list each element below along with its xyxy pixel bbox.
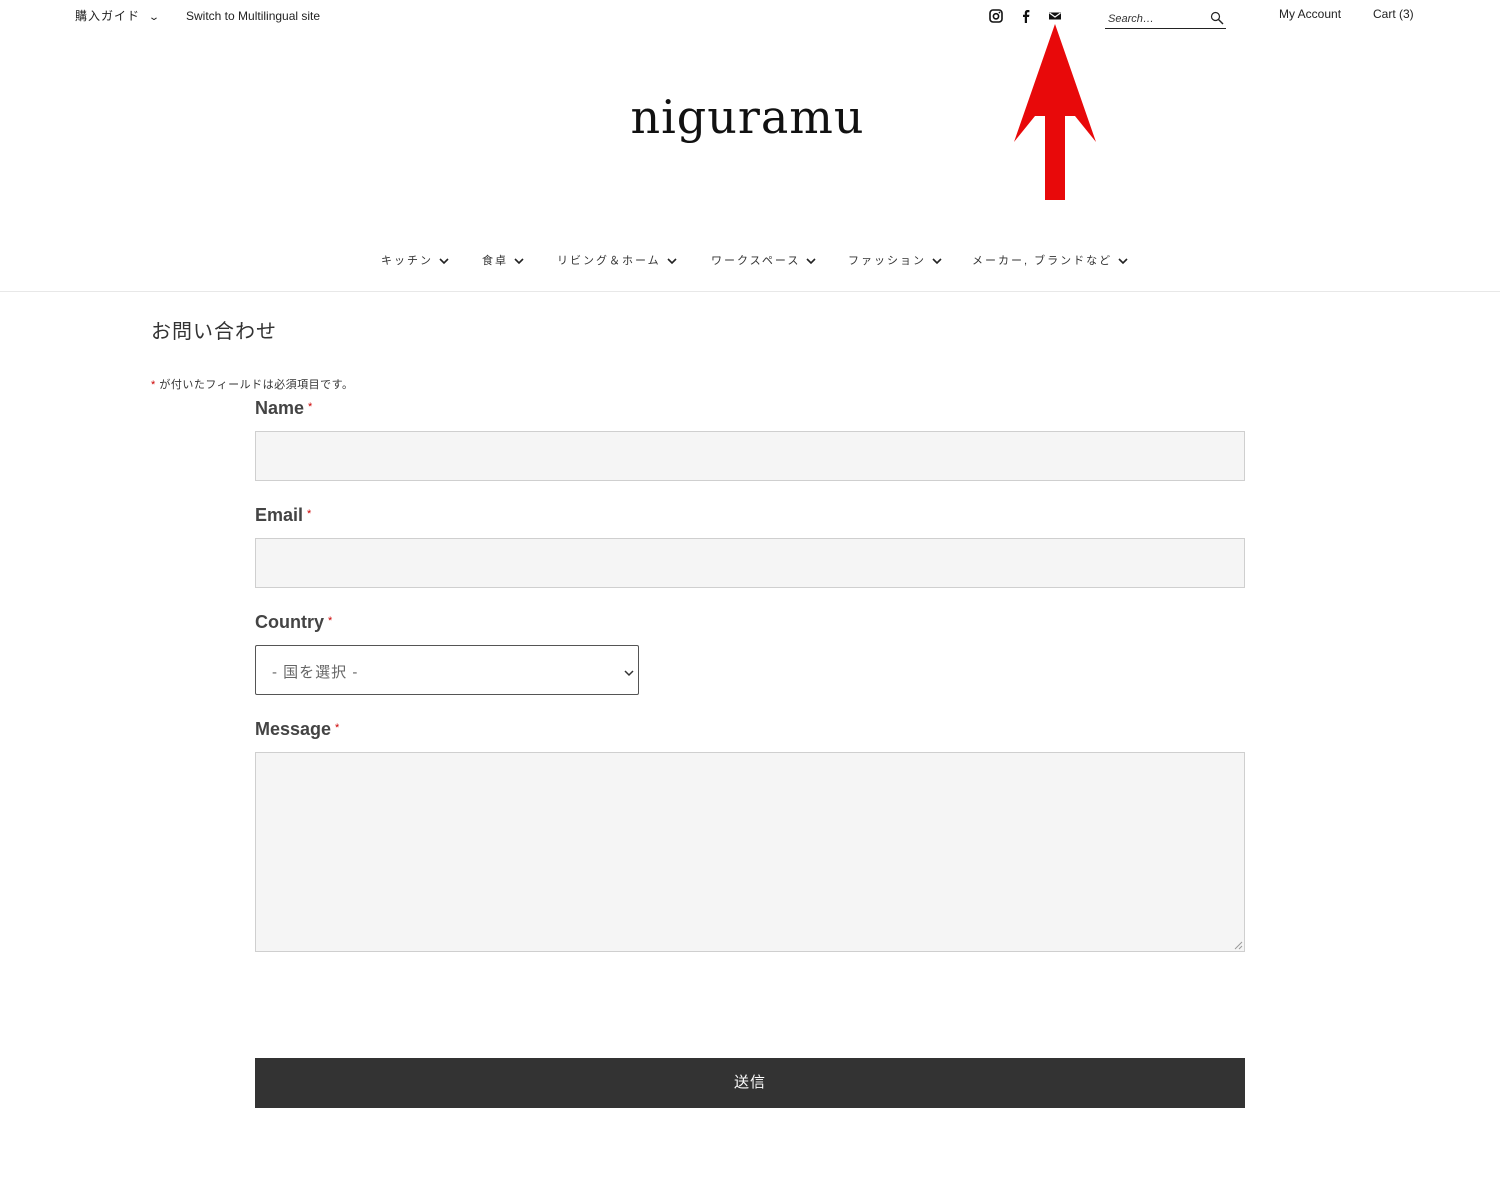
required-star: * [307,508,312,520]
top-bar: 購入ガイド ⌄ Switch to Multilingual site My Ac… [0,0,1500,34]
chevron-down-icon [667,257,677,265]
nav-item-kitchen[interactable]: キッチン [381,252,449,268]
chevron-down-icon [1118,257,1128,265]
purchase-guide-menu[interactable]: 購入ガイド ⌄ [75,7,162,24]
required-note-text: が付いたフィールドは必須項目です。 [159,379,354,391]
resize-handle-icon[interactable] [1233,940,1243,950]
site-logo[interactable]: niguramu [0,90,1500,144]
message-label: Message * [255,719,340,739]
country-label: Country * [255,612,333,632]
search-input[interactable] [1105,11,1208,27]
mail-icon[interactable] [1048,9,1062,23]
switch-multilingual-link[interactable]: Switch to Multilingual site [186,9,320,23]
header-divider [0,291,1500,292]
my-account-link[interactable]: My Account [1279,7,1341,21]
chevron-down-icon [932,257,942,265]
submit-button[interactable]: 送信 [255,1058,1245,1108]
required-star: * [335,722,340,734]
nav-item-workspace[interactable]: ワークスペース [711,252,816,268]
chevron-down-icon [624,664,634,677]
instagram-icon[interactable] [989,9,1003,23]
facebook-icon[interactable] [1019,9,1033,23]
search-box [1105,9,1226,29]
required-star: * [328,615,333,627]
chevron-down-icon [514,257,524,265]
main-nav: キッチン 食卓 リビング＆ホーム ワークスペース ファッション メーカー, ブラ… [0,252,1500,270]
cart-link[interactable]: Cart (3) [1373,7,1414,21]
nav-item-makers-brands[interactable]: メーカー, ブランドなど [972,252,1128,268]
name-label: Name * [255,398,313,418]
name-field[interactable] [255,431,1245,481]
nav-item-fashion[interactable]: ファッション [848,252,942,268]
required-note: * が付いたフィールドは必須項目です。 [151,376,354,392]
email-label: Email * [255,505,312,525]
chevron-down-icon [806,257,816,265]
required-star: * [151,379,156,391]
message-textarea[interactable] [255,752,1245,952]
search-icon[interactable] [1210,11,1224,25]
page-title: お問い合わせ [151,319,277,343]
nav-item-dining[interactable]: 食卓 [482,252,524,268]
chevron-down-icon: ⌄ [148,12,162,23]
required-star: * [308,401,313,413]
country-select[interactable]: - 国を選択 - [255,645,639,695]
chevron-down-icon [439,257,449,265]
nav-item-living-home[interactable]: リビング＆ホーム [557,252,677,268]
country-select-value: - 国を選択 - [272,664,359,681]
purchase-guide-label: 購入ガイド [75,9,141,23]
email-field[interactable] [255,538,1245,588]
